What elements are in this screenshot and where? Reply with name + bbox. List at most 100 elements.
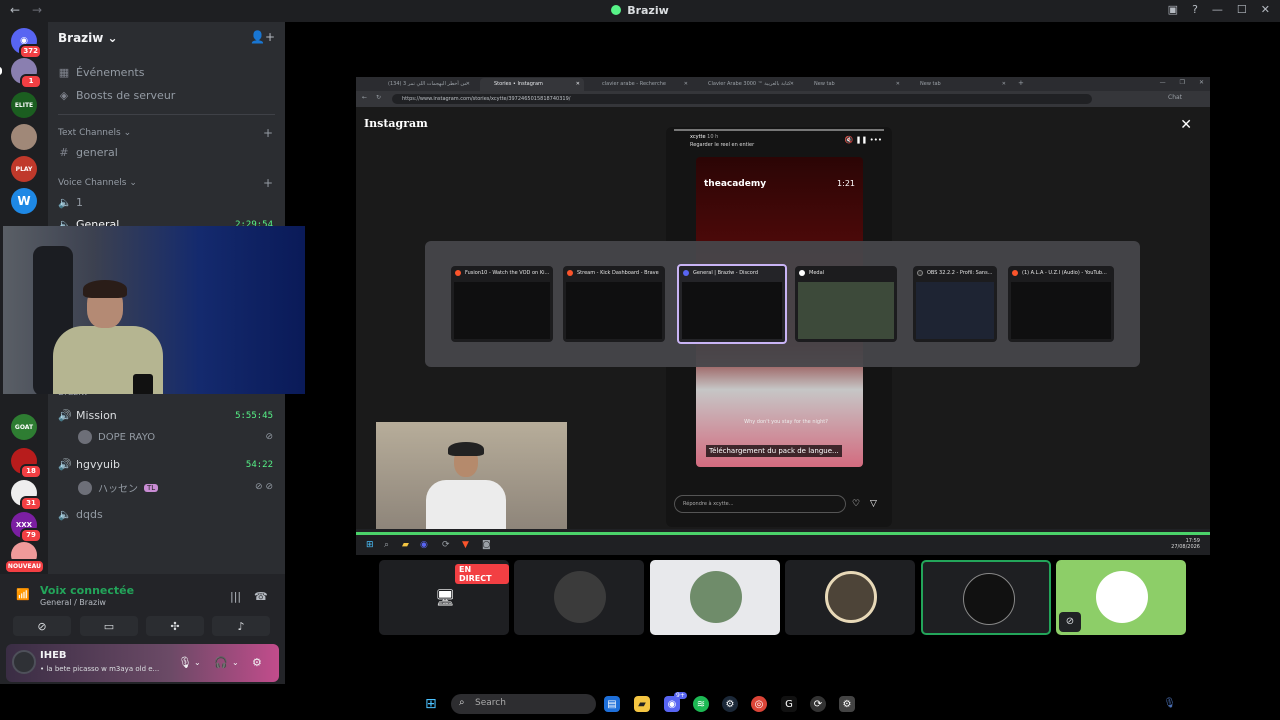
help-icon[interactable]: ? xyxy=(1192,3,1198,16)
microphone-icon[interactable]: 🎙 xyxy=(178,656,192,669)
minimize-button[interactable]: — xyxy=(1212,3,1223,16)
server-icon[interactable]: ELITE xyxy=(11,92,37,118)
tile-stream[interactable]: EN DIRECT 🖥 xyxy=(379,560,509,635)
channel-general[interactable]: # general xyxy=(58,146,117,159)
close-tab-icon[interactable]: ✕ xyxy=(1002,81,1006,87)
close-tab-icon[interactable]: ✕ xyxy=(684,81,688,87)
maximize-button[interactable]: ☐ xyxy=(1237,3,1247,16)
screen-share-button[interactable]: ▭ xyxy=(80,616,138,636)
app-icon[interactable]: G xyxy=(781,696,797,712)
taskbar-search[interactable]: ⌕ Search xyxy=(451,694,596,714)
app-icon[interactable]: ⟳ xyxy=(810,696,826,712)
switcher-window[interactable]: Stream - Kick Dashboard - Brave xyxy=(563,266,665,342)
voice-channel-hgvyuib[interactable]: 🔊 hgvyuib xyxy=(58,458,120,471)
send-icon[interactable]: ▽ xyxy=(870,499,877,509)
switcher-window[interactable]: OBS 32.2.2 - Profil: Sans... xyxy=(913,266,997,342)
voice-user[interactable]: ハッセン TL xyxy=(78,480,159,495)
server-icon[interactable]: 18 xyxy=(11,448,42,479)
reload-icon[interactable]: ↻ xyxy=(376,94,381,101)
server-icon[interactable]: 31 xyxy=(11,480,42,511)
user-name[interactable]: IHEB xyxy=(40,650,67,661)
screen-share-stage[interactable]: (134) 3 من أخطر البهجمات اللي تمر ✕ Stori… xyxy=(356,77,1210,555)
server-icon[interactable]: PLAY xyxy=(11,156,37,182)
story-author[interactable]: xcytte 10 h xyxy=(690,134,718,140)
close-story-icon[interactable]: ✕ xyxy=(1180,117,1192,133)
discord-icon[interactable]: ◉ xyxy=(420,540,428,550)
settings-gear-icon[interactable]: ⚙ xyxy=(252,656,262,669)
server-icon[interactable]: 1 xyxy=(0,58,42,89)
browser-tab[interactable]: clavier arabe - Recherche ✕ xyxy=(588,78,692,91)
story-controls-icons[interactable]: 🔇 ❚❚ ••• xyxy=(845,136,882,144)
tile-participant[interactable] xyxy=(650,560,780,635)
category-voice-channels[interactable]: Voice Channels ⌄ xyxy=(58,178,137,188)
microphone-icon[interactable]: 🎙 xyxy=(1163,698,1176,709)
server-icon[interactable]: NOUVEAU xyxy=(3,542,45,574)
folder-icon[interactable]: ▰ xyxy=(402,540,409,550)
voice-channel-dqds[interactable]: 🔈 dqds xyxy=(58,508,103,521)
browser-tab[interactable]: Clavier Arabe 3000 ™ كتابة بالعربية ✕ xyxy=(694,78,798,91)
chrome-icon[interactable]: ◎ xyxy=(751,696,767,712)
server-icon[interactable] xyxy=(11,124,37,150)
tile-participant[interactable] xyxy=(514,560,644,635)
invite-people-icon[interactable]: 👤+ xyxy=(250,30,275,44)
app-icon[interactable]: ◙ xyxy=(482,540,491,550)
switcher-window[interactable]: (1) A.L.A - U.Z.I (Audio) - YouTub... xyxy=(1008,266,1114,342)
story-reply-input[interactable]: Répondre à xcytte... xyxy=(674,495,846,513)
watch-full-reel-link[interactable]: Regarder le reel en entier xyxy=(690,142,754,148)
search-icon[interactable]: ⌕ xyxy=(384,540,389,550)
folder-icon[interactable]: ▰ xyxy=(634,696,650,712)
voice-channel-path[interactable]: General / Braziw xyxy=(40,598,106,607)
close-tab-icon[interactable]: ✕ xyxy=(576,81,580,87)
close-icon[interactable]: ✕ xyxy=(1199,79,1204,86)
switcher-window[interactable]: Medal xyxy=(795,266,897,342)
close-tab-icon[interactable]: ✕ xyxy=(790,81,794,87)
add-channel-icon[interactable]: + xyxy=(263,126,273,140)
discord-home-button[interactable]: ◉ 372 xyxy=(11,28,42,59)
url-field[interactable]: https://www.instagram.com/stories/xcytte… xyxy=(392,94,1092,104)
close-tab-icon[interactable]: ✕ xyxy=(896,81,900,87)
switcher-window-selected[interactable]: General | Braziw - Discord xyxy=(677,264,787,344)
minimize-icon[interactable]: — xyxy=(1160,79,1166,86)
tile-participant-speaking[interactable] xyxy=(921,560,1051,635)
like-heart-icon[interactable]: ♡ xyxy=(852,499,860,509)
server-icon[interactable]: W xyxy=(11,188,37,214)
chat-label[interactable]: Chat xyxy=(1168,94,1182,101)
server-header[interactable]: Braziw ⌄ 👤+ xyxy=(48,22,285,54)
spotify-icon[interactable]: ≋ xyxy=(693,696,709,712)
camera-off-button[interactable]: ⊘ xyxy=(13,616,71,636)
back-arrow-icon[interactable]: ← xyxy=(362,94,367,101)
headphones-icon[interactable]: 🎧 xyxy=(214,656,228,669)
instagram-logo[interactable]: Instagram xyxy=(364,117,428,130)
noise-suppression-icon[interactable]: ||| xyxy=(230,590,241,603)
chevron-down-icon[interactable]: ⌄ xyxy=(232,658,239,667)
tile-participant[interactable]: ⊘ xyxy=(1056,560,1186,635)
voice-channel-mission[interactable]: 🔊 Mission xyxy=(58,409,117,422)
browser-tab[interactable]: New tab ✕ xyxy=(906,78,1010,91)
add-channel-icon[interactable]: + xyxy=(263,176,273,190)
steam-icon[interactable]: ⚙ xyxy=(722,696,738,712)
server-icon[interactable]: GOAT xyxy=(11,414,37,440)
switcher-window[interactable]: Fusion10 - Watch the VOD on Ki... xyxy=(451,266,553,342)
tile-participant[interactable] xyxy=(785,560,915,635)
browser-tab[interactable]: New tab ✕ xyxy=(800,78,904,91)
voice-channel-1[interactable]: 🔈 1 xyxy=(58,196,83,209)
chevron-down-icon[interactable]: ⌄ xyxy=(194,658,201,667)
disconnect-icon[interactable]: ☎ xyxy=(254,590,268,603)
server-icon[interactable]: XXX 79 xyxy=(11,512,42,543)
activities-button[interactable]: ✣ xyxy=(146,616,204,636)
restore-icon[interactable]: ❐ xyxy=(1180,79,1185,86)
close-button[interactable]: ✕ xyxy=(1261,3,1270,16)
browser-tab-active[interactable]: Stories • Instagram ✕ xyxy=(480,78,584,91)
store-icon[interactable]: ▤ xyxy=(604,696,620,712)
windows-start-icon[interactable]: ⊞ xyxy=(425,696,437,712)
category-text-channels[interactable]: Text Channels ⌄ xyxy=(58,128,131,138)
boosts-link[interactable]: ◈ Boosts de serveur xyxy=(58,89,176,102)
voice-user[interactable]: DOPE RAYO xyxy=(78,430,155,444)
user-avatar[interactable] xyxy=(12,650,36,674)
voice-status[interactable]: Voix connectée xyxy=(40,584,134,597)
settings-gear-icon[interactable]: ⚙ xyxy=(839,696,855,712)
browser-tab[interactable]: (134) 3 من أخطر البهجمات اللي تمر ✕ xyxy=(374,78,474,91)
new-tab-icon[interactable]: + xyxy=(1018,79,1024,87)
windows-start-icon[interactable]: ⊞ xyxy=(366,540,374,550)
soundboard-button[interactable]: ♪ xyxy=(212,616,270,636)
